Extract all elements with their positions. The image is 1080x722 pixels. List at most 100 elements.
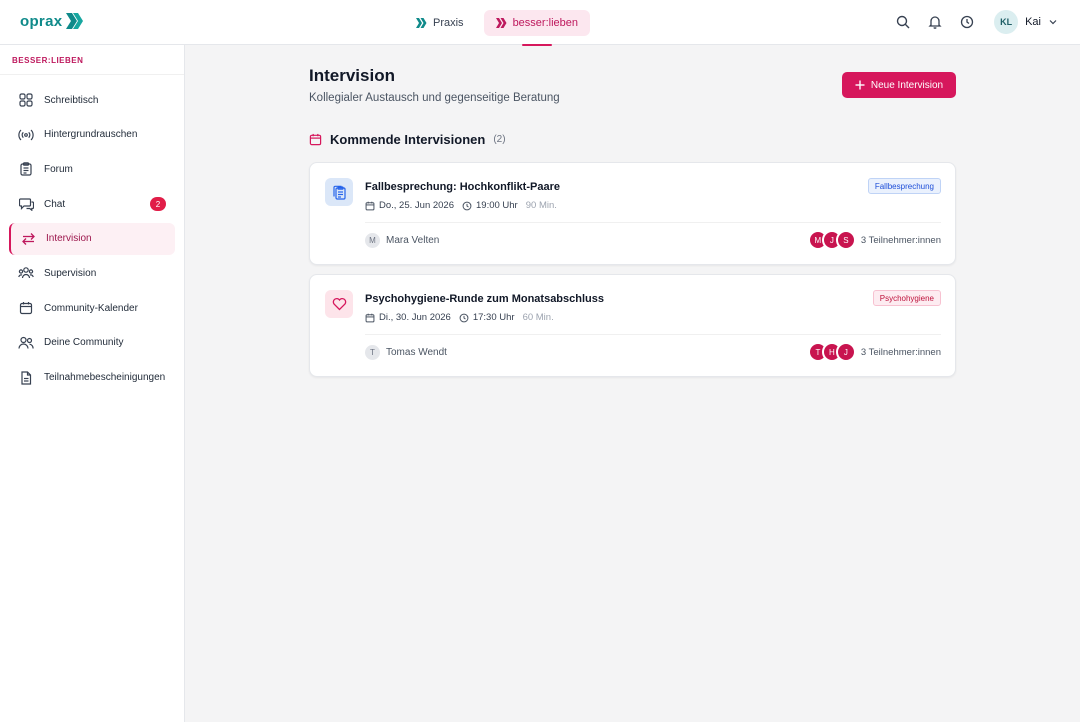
card-date: Di., 30. Jun 2026	[365, 312, 451, 323]
document-icon	[18, 370, 34, 386]
card-duration: 60 Min.	[522, 312, 554, 323]
host-name: Tomas Wendt	[386, 347, 447, 358]
sidebar-item-label: Schreibtisch	[44, 94, 99, 106]
intervision-card[interactable]: Fallbesprechung: Hochkonflikt-Paare Do.,…	[309, 162, 956, 265]
broadcast-icon	[18, 127, 34, 143]
card-host: T Tomas Wendt	[365, 345, 447, 360]
card-meta: Di., 30. Jun 2026 17:30 Uhr 60 Min.	[365, 312, 562, 323]
host-name: Mara Velten	[386, 235, 440, 246]
card-time-text: 17:30 Uhr	[472, 312, 515, 323]
praxis-chevrons-icon	[416, 18, 427, 28]
header-actions: KL Kai	[894, 10, 1058, 34]
users-group-icon	[18, 265, 34, 281]
upcoming-section-header: Kommende Intervisionen (2)	[309, 132, 506, 147]
new-intervision-label: Neue Intervision	[870, 79, 944, 91]
clock-icon	[960, 15, 974, 29]
user-menu[interactable]: KL Kai	[994, 10, 1058, 34]
card-time: 17:30 Uhr	[459, 312, 515, 323]
card-icon-box	[325, 178, 353, 206]
users-icon	[18, 335, 34, 351]
notifications-button[interactable]	[926, 13, 944, 31]
calendar-icon	[18, 300, 34, 316]
card-title: Fallbesprechung: Hochkonflikt-Paare	[365, 181, 560, 193]
clipboard-stack-icon	[332, 185, 346, 200]
sidebar-nav: Schreibtisch Hintergrundrauschen Forum C…	[0, 75, 184, 394]
card-date-text: Di., 30. Jun 2026	[379, 312, 451, 323]
sidebar: BESSER:LIEBEN Schreibtisch Hintergrundra…	[0, 45, 185, 722]
calendar-icon	[309, 133, 322, 146]
sidebar-item-chat[interactable]: Chat 2	[9, 188, 175, 220]
card-divider	[365, 334, 941, 335]
search-button[interactable]	[894, 13, 912, 31]
workspace-tab-besser-lieben[interactable]: besser:lieben	[483, 10, 590, 46]
sidebar-item-label: Deine Community	[44, 337, 124, 349]
clock-icon	[459, 313, 469, 322]
new-intervision-button[interactable]: Neue Intervision	[842, 72, 956, 98]
card-meta: Do., 25. Jun 2026 19:00 Uhr 90 Min.	[365, 200, 565, 211]
category-tag: Fallbesprechung	[867, 178, 941, 194]
avatar: KL	[994, 10, 1019, 34]
user-name: Kai	[1025, 16, 1041, 28]
workspace-tab-label: Praxis	[433, 17, 464, 29]
card-date-text: Do., 25. Jun 2026	[379, 200, 454, 211]
calendar-icon	[365, 201, 375, 210]
category-tag: Psychohygiene	[872, 290, 941, 306]
host-avatar: T	[365, 345, 380, 360]
logo[interactable]: oprax	[20, 12, 85, 30]
card-time: 19:00 Uhr	[462, 200, 518, 211]
clock-icon	[462, 201, 472, 210]
plus-icon	[855, 80, 865, 90]
card-icon-box	[325, 290, 353, 318]
sidebar-item-label: Teilnahmebescheinigungen	[44, 372, 166, 383]
workspace-tab-praxis[interactable]: Praxis	[404, 10, 476, 36]
chat-icon	[18, 196, 34, 212]
sidebar-item-schreibtisch[interactable]: Schreibtisch	[9, 84, 175, 116]
clipboard-icon	[18, 161, 34, 177]
participants-count: 3 Teilnehmer:innen	[860, 346, 941, 358]
logo-text: oprax	[20, 12, 63, 30]
workspace-tab-label: besser:lieben	[512, 17, 578, 29]
page-subtitle: Kollegialer Austausch und gegenseitige B…	[309, 92, 560, 104]
history-button[interactable]	[958, 13, 976, 31]
sidebar-item-community-kalender[interactable]: Community-Kalender	[9, 292, 175, 324]
sidebar-item-hintergrundrauschen[interactable]: Hintergrundrauschen	[9, 119, 175, 151]
sidebar-item-label: Hintergrundrauschen	[44, 129, 138, 141]
sidebar-item-intervision[interactable]: Intervision	[9, 222, 175, 255]
arrows-exchange-icon	[20, 231, 36, 247]
participants-count: 3 Teilnehmer:innen	[860, 234, 941, 246]
chat-unread-badge: 2	[150, 197, 166, 212]
heart-icon	[332, 297, 346, 311]
sidebar-section-title: BESSER:LIEBEN	[0, 45, 184, 75]
card-divider	[365, 222, 941, 223]
sidebar-item-forum[interactable]: Forum	[9, 153, 175, 185]
card-date: Do., 25. Jun 2026	[365, 200, 454, 211]
calendar-icon	[365, 313, 375, 322]
sidebar-item-label: Intervision	[46, 233, 92, 245]
besser-lieben-chevrons-icon	[495, 18, 507, 28]
section-title: Kommende Intervisionen	[330, 132, 486, 147]
card-time-text: 19:00 Uhr	[476, 200, 518, 211]
card-duration: 90 Min.	[525, 200, 557, 211]
sidebar-item-label: Forum	[44, 163, 73, 175]
chevron-down-icon	[1049, 20, 1057, 25]
section-count: (2)	[493, 134, 506, 145]
sidebar-item-label: Supervision	[44, 267, 97, 279]
bell-icon	[928, 16, 942, 29]
participant-avatar: S	[835, 230, 856, 250]
participant-avatar: J	[835, 342, 856, 362]
page-title: Intervision	[309, 66, 395, 85]
card-host: M Mara Velten	[365, 233, 439, 248]
logo-chevrons-icon	[66, 13, 84, 29]
top-bar: oprax Praxis besser:lieben KL Kai	[0, 0, 1080, 46]
participants: T H J 3 Teilnehmer:innen	[807, 342, 941, 362]
host-avatar: M	[365, 233, 380, 248]
sidebar-item-label: Community-Kalender	[44, 302, 138, 314]
sidebar-item-supervision[interactable]: Supervision	[9, 257, 175, 289]
sidebar-item-teilnahmebescheinigungen[interactable]: Teilnahmebescheinigungen	[9, 362, 175, 394]
sidebar-item-label: Chat	[44, 198, 66, 210]
search-icon	[896, 15, 910, 29]
intervision-card[interactable]: Psychohygiene-Runde zum Monatsabschluss …	[309, 274, 956, 377]
workspace-switcher: Praxis besser:lieben	[404, 10, 590, 46]
sidebar-item-deine-community[interactable]: Deine Community	[9, 327, 175, 359]
card-title: Psychohygiene-Runde zum Monatsabschluss	[365, 293, 604, 305]
